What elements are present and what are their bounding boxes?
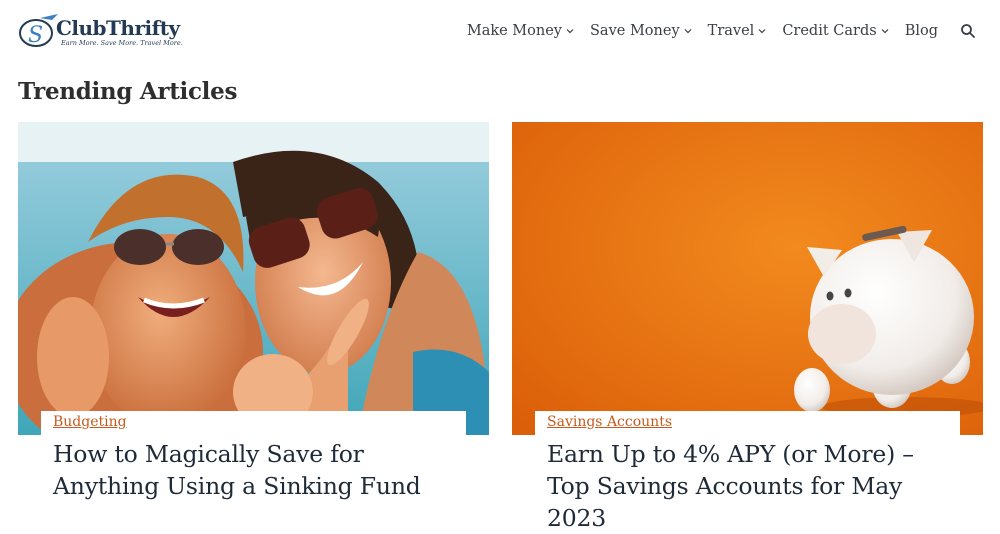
site-header: S ClubThrifty Earn More. Save More. Trav… [0,0,1000,62]
nav-item-label: Travel [707,23,755,39]
article-image[interactable] [512,122,983,435]
brand-name: ClubThrifty [56,16,180,40]
main-nav: Make Money Save Money Travel Credit Card… [452,20,976,42]
article-image[interactable] [18,122,489,435]
nav-item-label: Save Money [590,23,680,39]
nav-item-blog[interactable]: Blog [905,23,938,39]
chevron-down-icon [881,29,889,34]
site-logo[interactable]: S ClubThrifty Earn More. Save More. Trav… [18,12,188,50]
search-icon[interactable] [960,23,976,39]
article-card: Savings Accounts Earn Up to 4% APY (or M… [512,122,983,532]
brand-tagline: Earn More. Save More. Travel More. [61,39,183,47]
article-category-link[interactable]: Savings Accounts [547,414,672,430]
svg-text:S: S [28,23,43,48]
article-card: Budgeting How to Magically Save for Anyt… [18,122,489,521]
article-info: Savings Accounts Earn Up to 4% APY (or M… [535,411,960,532]
article-category-link[interactable]: Budgeting [53,414,127,430]
nav-item-label: Credit Cards [782,23,877,39]
nav-item-save-money[interactable]: Save Money [590,23,693,39]
nav-item-label: Blog [904,23,938,39]
chevron-down-icon [684,29,692,34]
nav-item-credit-cards[interactable]: Credit Cards [782,23,889,39]
article-title-link[interactable]: Earn Up to 4% APY (or More) – Top Saving… [547,438,962,534]
section-title: Trending Articles [18,78,238,105]
chevron-down-icon [566,29,574,34]
nav-item-label: Make Money [466,23,562,39]
article-info: Budgeting How to Magically Save for Anyt… [41,411,466,521]
article-title-link[interactable]: How to Magically Save for Anything Using… [53,438,468,502]
nav-item-make-money[interactable]: Make Money [467,23,575,39]
chevron-down-icon [758,29,766,34]
nav-item-travel[interactable]: Travel [708,23,768,39]
